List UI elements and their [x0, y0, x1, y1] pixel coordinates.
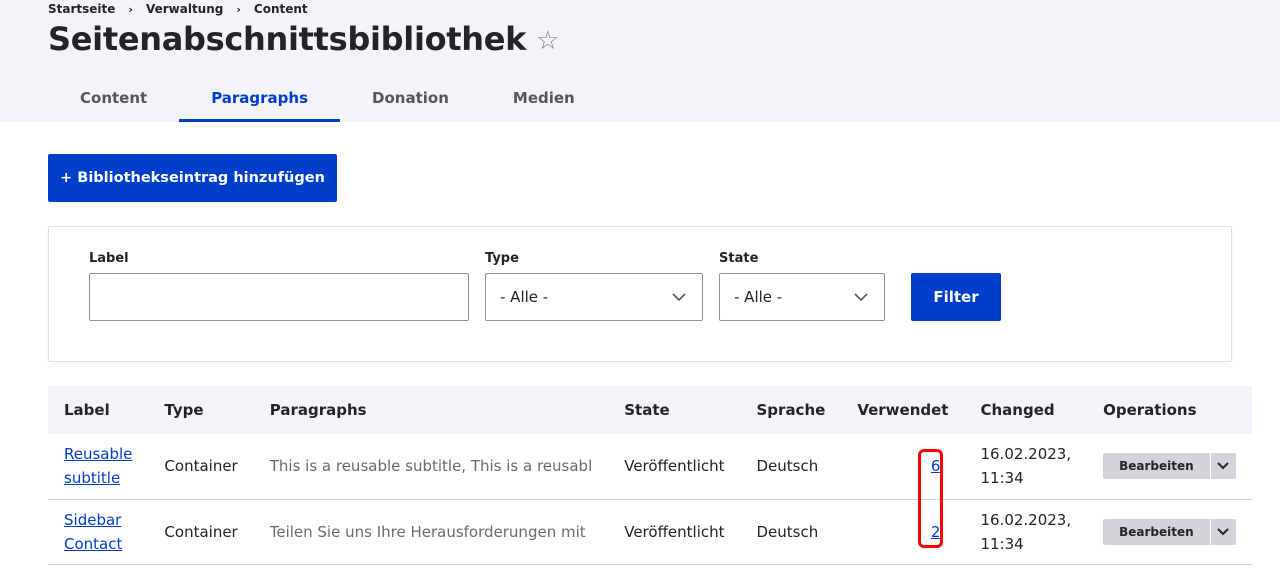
cell-paragraphs: Teilen Sie uns Ihre Herausforderungen mi…	[269, 522, 586, 541]
column-header-operations: Operations	[1103, 401, 1197, 419]
chevron-down-icon	[1217, 527, 1229, 535]
column-header-label[interactable]: Label	[48, 386, 148, 434]
breadcrumb-separator-icon: ›	[128, 2, 133, 16]
cell-state: Veröffentlicht	[624, 457, 725, 476]
item-label-link[interactable]: Reusable subtitle	[64, 445, 132, 487]
breadcrumb-content[interactable]: Content	[254, 2, 308, 16]
cell-language: Deutsch	[756, 457, 819, 476]
state-filter-select[interactable]: - Alle -	[719, 273, 885, 321]
cell-operations: Bearbeiten	[1087, 499, 1252, 564]
cell-label: Sidebar Contact	[48, 499, 148, 564]
item-label-link[interactable]: Sidebar Contact	[64, 511, 122, 553]
table-header-row: Label Type Paragraphs State Sprache Verw…	[48, 386, 1252, 434]
table-row: Reusable subtitle Container This is a reu…	[48, 434, 1252, 499]
usage-count-link[interactable]: 6	[931, 457, 941, 475]
column-header-used: Verwendet	[857, 401, 949, 419]
breadcrumb-separator-icon: ›	[236, 2, 241, 16]
column-header-paragraphs: Paragraphs	[269, 401, 367, 419]
cell-used: 6	[841, 434, 964, 499]
cell-used: 2	[841, 499, 964, 564]
operations-toggle[interactable]	[1211, 453, 1236, 479]
tab-donation[interactable]: Donation	[340, 80, 481, 122]
breadcrumb-verwaltung[interactable]: Verwaltung	[146, 2, 223, 16]
chevron-down-icon	[672, 293, 686, 302]
add-library-item-button[interactable]: + Bibliothekseintrag hinzufügen	[48, 154, 337, 202]
cell-type: Container	[164, 457, 238, 476]
type-filter-label: Type	[485, 251, 519, 266]
table-row: Sidebar Contact Container Teilen Sie uns …	[48, 499, 1252, 564]
cell-language: Deutsch	[756, 522, 819, 541]
tab-paragraphs[interactable]: Paragraphs	[179, 80, 340, 122]
page-header: Startseite › Verwaltung › Content Seiten…	[0, 0, 1280, 122]
column-header-language[interactable]: Sprache	[741, 386, 842, 434]
cell-operations: Bearbeiten	[1087, 434, 1252, 499]
page-title: Seitenabschnittsbibliothek	[48, 20, 527, 58]
label-filter-input[interactable]	[89, 273, 469, 321]
library-table: Label Type Paragraphs State Sprache Verw…	[48, 386, 1252, 565]
type-filter-select[interactable]: - Alle -	[485, 273, 703, 321]
operations-toggle[interactable]	[1211, 519, 1236, 545]
label-filter-label: Label	[89, 251, 129, 266]
column-header-changed[interactable]: Changed	[964, 386, 1087, 434]
cell-state: Veröffentlicht	[624, 522, 725, 541]
filter-form: Label Type - Alle - State - Alle - Filte…	[48, 226, 1232, 362]
chevron-down-icon	[854, 293, 868, 302]
column-header-state[interactable]: State	[608, 386, 740, 434]
chevron-down-icon	[1217, 462, 1229, 470]
cell-type: Container	[164, 522, 238, 541]
cell-label: Reusable subtitle	[48, 434, 148, 499]
tabs: Content Paragraphs Donation Medien	[48, 80, 607, 122]
state-filter-value: - Alle -	[734, 288, 783, 306]
type-filter-value: - Alle -	[500, 288, 549, 306]
filter-button[interactable]: Filter	[911, 273, 1001, 321]
cell-changed: 16.02.2023, 11:34	[980, 510, 1072, 553]
breadcrumb-home[interactable]: Startseite	[48, 2, 115, 16]
state-filter-label: State	[719, 251, 759, 266]
column-header-type[interactable]: Type	[148, 386, 253, 434]
tab-content[interactable]: Content	[48, 80, 179, 122]
operations-dropbutton: Bearbeiten	[1103, 518, 1236, 545]
cell-changed: 16.02.2023, 11:34	[980, 445, 1072, 488]
operations-dropbutton: Bearbeiten	[1103, 453, 1236, 480]
usage-count-link[interactable]: 2	[931, 523, 941, 541]
cell-paragraphs: This is a reusable subtitle, This is a r…	[269, 457, 593, 476]
edit-button[interactable]: Bearbeiten	[1103, 518, 1211, 545]
star-icon[interactable]: ☆	[536, 26, 559, 56]
edit-button[interactable]: Bearbeiten	[1103, 453, 1211, 480]
tab-medien[interactable]: Medien	[481, 80, 607, 122]
breadcrumb: Startseite › Verwaltung › Content	[48, 2, 308, 16]
title-row: Seitenabschnittsbibliothek ☆	[48, 20, 559, 58]
